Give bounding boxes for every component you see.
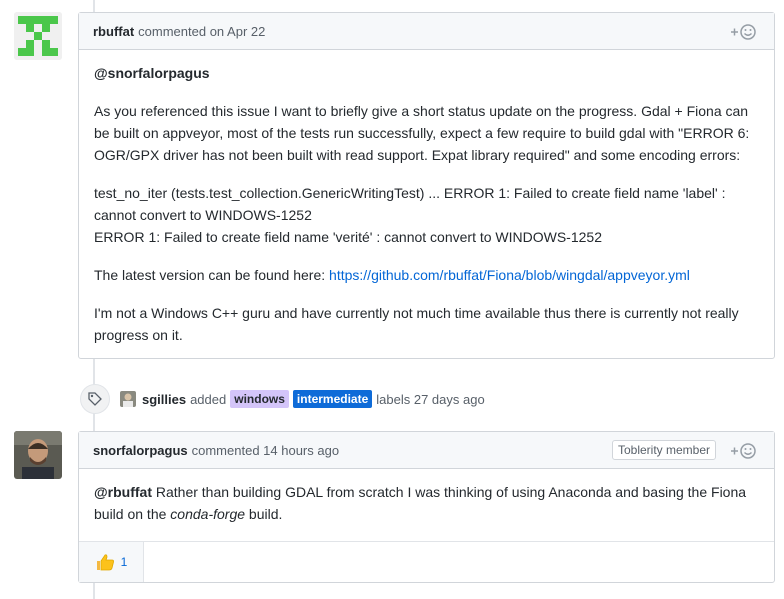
paragraph-note: I'm not a Windows C++ guru and have curr… <box>94 305 739 343</box>
event-actor[interactable]: sgillies <box>142 392 186 407</box>
comment-body: @snorfalorpagus As you referenced this i… <box>79 50 774 358</box>
reactions-bar: 1 <box>79 541 774 582</box>
user-mention[interactable]: @snorfalorpagus <box>94 65 210 81</box>
user-mention[interactable]: @rbuffat <box>94 484 152 500</box>
comment-header: snorfalorpagus commented 14 hours ago To… <box>79 432 774 469</box>
appveyor-link[interactable]: https://github.com/rbuffat/Fiona/blob/wi… <box>329 267 690 283</box>
thumbs-up-icon <box>96 554 114 571</box>
add-reaction-button[interactable] <box>730 22 758 42</box>
tag-icon <box>88 392 102 406</box>
comment-snorfalorpagus: snorfalorpagus commented 14 hours ago To… <box>78 431 775 583</box>
comment-header: rbuffat commented on Apr 22 <box>79 13 774 50</box>
add-reaction-button[interactable] <box>730 441 758 461</box>
emphasis-conda-forge: conda-forge <box>170 506 246 522</box>
label-windows[interactable]: windows <box>230 390 289 408</box>
comment-rbuffat: rbuffat commented on Apr 22 @snorfalorpa… <box>78 12 775 359</box>
error-line: test_no_iter (tests.test_collection.Gene… <box>94 185 726 223</box>
comment-author[interactable]: snorfalorpagus <box>93 443 188 458</box>
label-intermediate[interactable]: intermediate <box>292 390 373 408</box>
comment-author[interactable]: rbuffat <box>93 24 134 39</box>
avatar-snorfalorpagus[interactable] <box>14 431 62 479</box>
avatar-rbuffat[interactable] <box>14 12 62 60</box>
avatar-sgillies[interactable] <box>120 391 136 407</box>
comment-body: @rbuffat Rather than building GDAL from … <box>79 469 774 541</box>
comment-meta[interactable]: commented 14 hours ago <box>192 443 339 458</box>
smiley-plus-icon <box>731 443 756 459</box>
error-line: ERROR 1: Failed to create field name 've… <box>94 229 602 245</box>
event-action: added <box>190 391 227 407</box>
event-suffix: labels 27 days ago <box>376 391 485 407</box>
paragraph-errors: test_no_iter (tests.test_collection.Gene… <box>94 182 759 248</box>
paragraph-status: As you referenced this issue I want to b… <box>94 103 750 163</box>
label-event: sgillies added windows intermediate labe… <box>80 384 485 414</box>
reply-text-b: build. <box>245 506 283 522</box>
paragraph-reply: @rbuffat Rather than building GDAL from … <box>94 481 759 525</box>
comment-meta[interactable]: commented on Apr 22 <box>138 24 265 39</box>
member-badge: Toblerity member <box>611 440 716 460</box>
smiley-plus-icon <box>731 24 756 40</box>
latest-prefix: The latest version can be found here: <box>94 267 330 283</box>
event-badge <box>80 384 110 414</box>
reaction-count: 1 <box>120 555 128 569</box>
reaction-thumbs-up-button[interactable]: 1 <box>79 542 144 582</box>
paragraph-latest: The latest version can be found here: ht… <box>94 264 759 286</box>
